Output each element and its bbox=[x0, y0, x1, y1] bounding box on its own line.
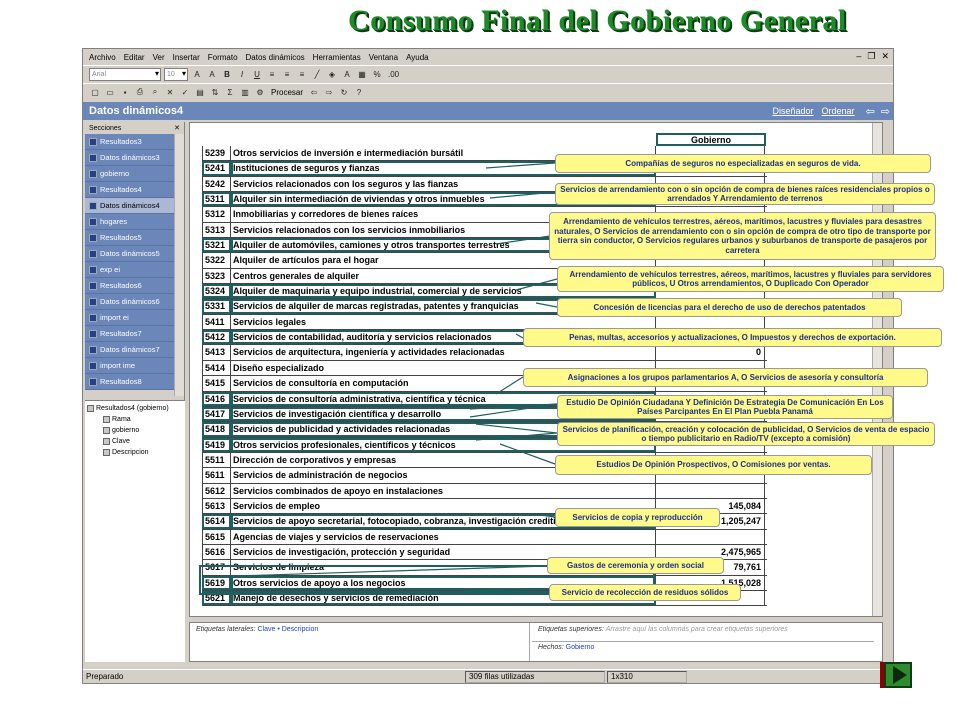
leader-line bbox=[535, 302, 558, 308]
leader-line bbox=[495, 235, 551, 245]
leader-line bbox=[469, 403, 558, 418]
callout-5419: Estudios De Opinión Prospectivos, O Comi… bbox=[555, 455, 872, 475]
leader-line bbox=[495, 376, 524, 395]
callout-5324: Arrendamiento de vehículos terrestres, a… bbox=[557, 266, 944, 292]
leader-line bbox=[475, 423, 558, 441]
leader-line bbox=[464, 589, 550, 593]
callout-leaders bbox=[199, 162, 655, 595]
callout-5241: Compañías de seguros no especializadas e… bbox=[555, 154, 931, 173]
callout-5418: Servicios de planificación, creación y c… bbox=[557, 422, 935, 446]
leader-line bbox=[539, 514, 556, 518]
callout-5331: Concesión de licencias para el derecho d… bbox=[557, 298, 902, 317]
callout-5321: Arrendamiento de vehículos terrestres, a… bbox=[549, 212, 936, 260]
leader-line bbox=[515, 333, 524, 339]
callout-5621: Servicio de recolección de residuos sóli… bbox=[549, 584, 741, 601]
callout-5416: Asignaciones a los grupos parlamentarios… bbox=[523, 368, 928, 387]
leader-line bbox=[499, 443, 556, 465]
callout-5412: Penas, multas, accesorios y actualizacio… bbox=[523, 328, 942, 347]
leader-line bbox=[204, 565, 548, 578]
play-arrow-icon bbox=[892, 666, 907, 684]
callout-5311: Servicios de arrendamiento con o sin opc… bbox=[555, 183, 935, 205]
callout-5619: Gastos de ceremonia y orden social bbox=[547, 557, 724, 574]
leader-line bbox=[485, 162, 556, 169]
callout-5614: Servicios de copia y reproducción bbox=[555, 508, 720, 527]
leader-line bbox=[515, 278, 558, 291]
leader-line bbox=[489, 191, 556, 199]
callout-5417: Estudio De Opinión Ciudadana Y Definició… bbox=[557, 395, 893, 419]
next-slide-button[interactable] bbox=[884, 662, 912, 688]
